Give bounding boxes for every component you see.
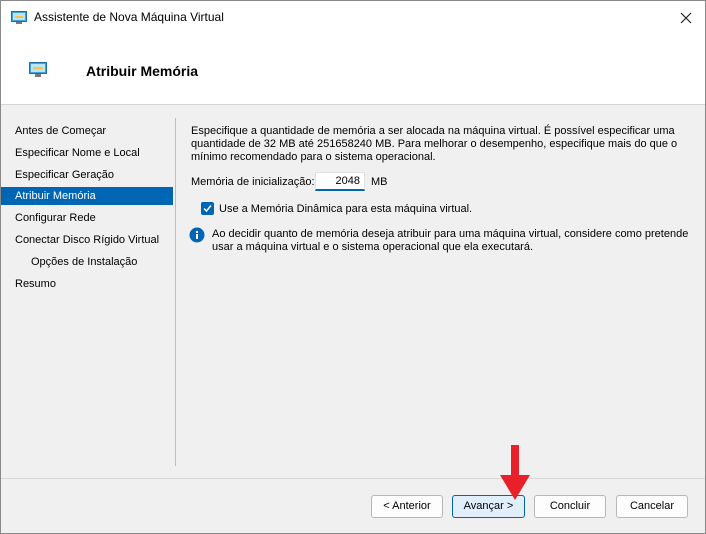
- step-conectar-disco-rigido-virtual[interactable]: Conectar Disco Rígido Virtual: [1, 231, 173, 249]
- checkmark-icon: [203, 205, 212, 213]
- memory-description: Especifique a quantidade de memória a se…: [191, 125, 678, 163]
- memory-info-text: Ao decidir quanto de memória deseja atri…: [212, 228, 689, 253]
- startup-memory-unit: MB: [371, 176, 388, 188]
- dynamic-memory-label[interactable]: Use a Memória Dinâmica para esta máquina…: [219, 203, 472, 216]
- window-title: Assistente de Nova Máquina Virtual: [34, 10, 224, 24]
- startup-memory-input[interactable]: 2048: [315, 172, 365, 191]
- finish-button[interactable]: Concluir: [534, 495, 606, 518]
- startup-memory-label: Memória de inicialização:: [191, 176, 315, 188]
- page-title: Atribuir Memória: [86, 63, 199, 79]
- step-especificar-nome-e-local[interactable]: Especificar Nome e Local: [1, 144, 173, 162]
- previous-button[interactable]: < Anterior: [371, 495, 443, 518]
- step-atribuir-memoria[interactable]: Atribuir Memória: [1, 187, 173, 205]
- step-resumo[interactable]: Resumo: [1, 275, 173, 293]
- close-button[interactable]: [667, 1, 705, 34]
- step-especificar-geracao[interactable]: Especificar Geração: [1, 166, 173, 184]
- close-icon: [680, 12, 692, 23]
- vm-monitor-icon: [11, 11, 27, 24]
- dynamic-memory-checkbox[interactable]: [201, 202, 214, 215]
- vm-monitor-icon: [29, 62, 47, 77]
- title-bar: Assistente de Nova Máquina Virtual: [1, 1, 705, 34]
- cancel-button[interactable]: Cancelar: [616, 495, 688, 518]
- info-icon: [189, 227, 205, 243]
- red-down-arrow-icon: [500, 445, 530, 500]
- step-antes-de-comecar[interactable]: Antes de Começar: [1, 122, 173, 140]
- nav-divider: [175, 118, 176, 466]
- footer-divider: [1, 478, 705, 479]
- page-header: Atribuir Memória: [1, 34, 705, 105]
- wizard-window: Assistente de Nova Máquina Virtual Atrib…: [0, 0, 706, 534]
- step-configurar-rede[interactable]: Configurar Rede: [1, 209, 173, 227]
- step-opcoes-de-instalacao[interactable]: Opções de Instalação: [1, 253, 173, 271]
